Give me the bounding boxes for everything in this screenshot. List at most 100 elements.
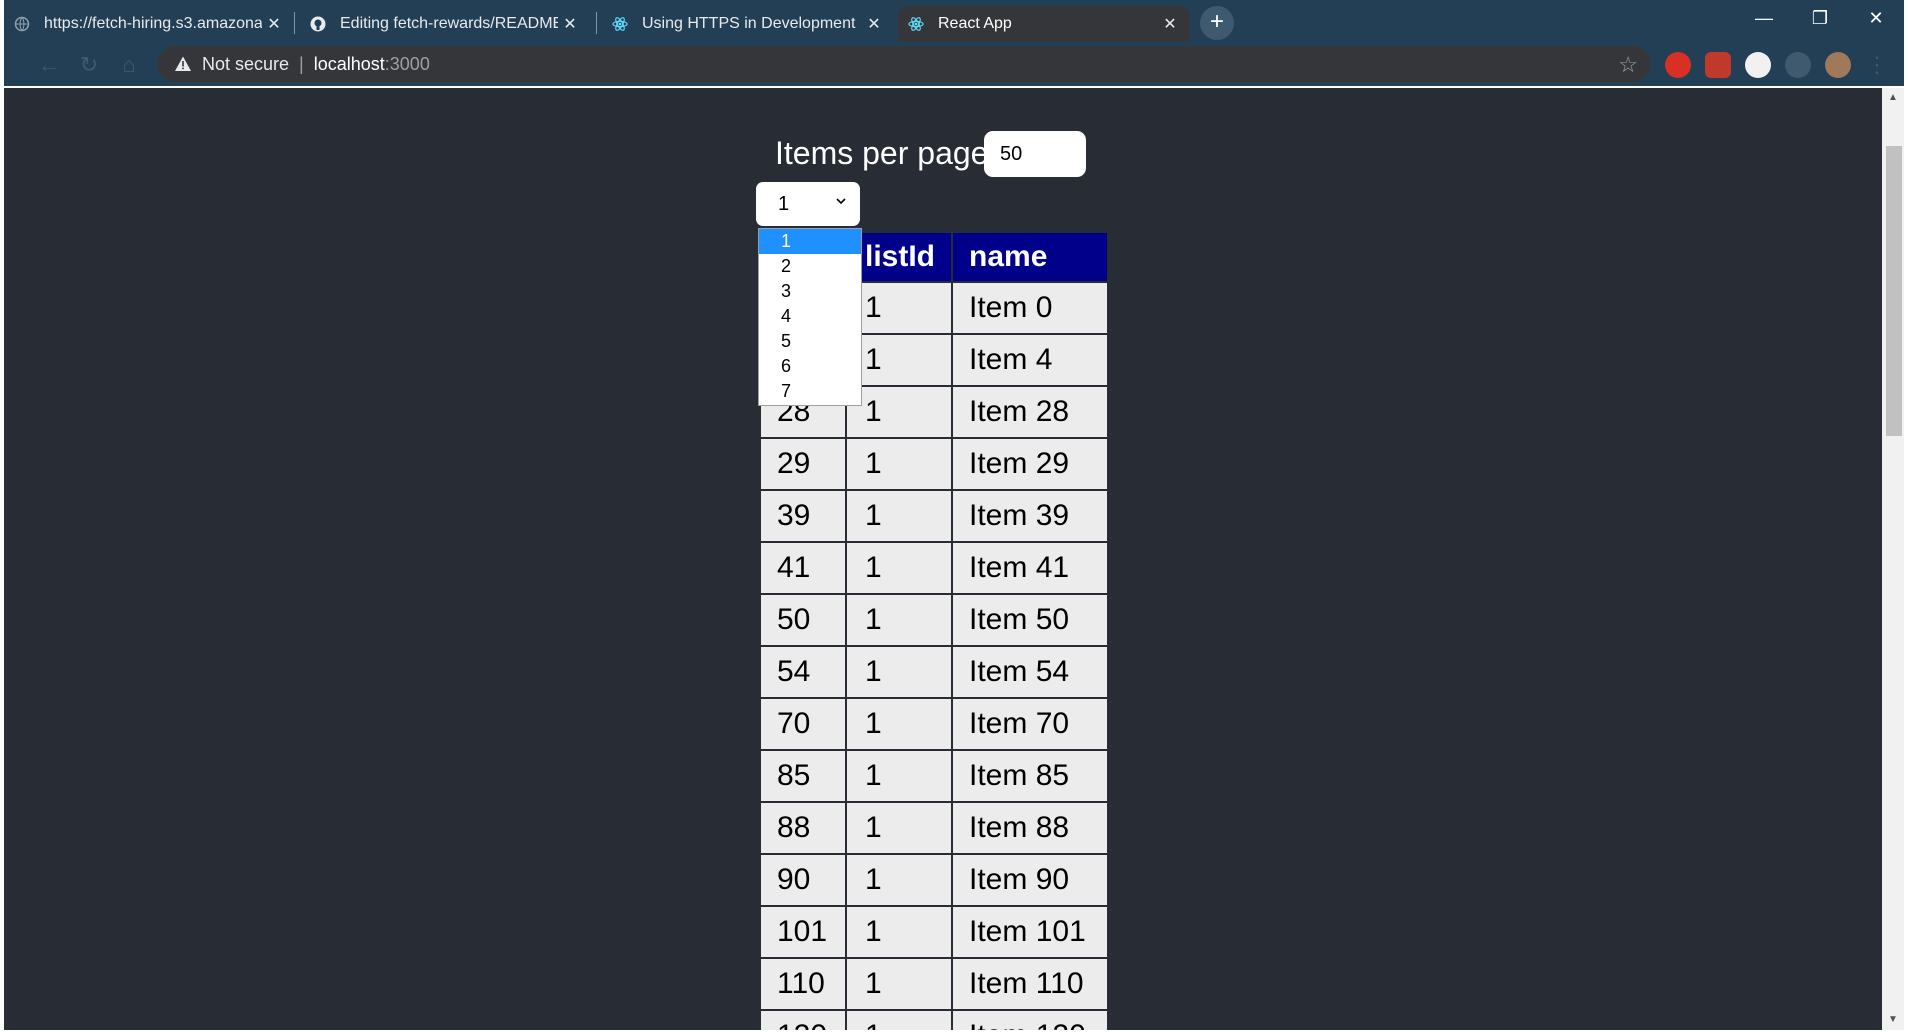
- close-window-button[interactable]: ✕: [1848, 0, 1904, 40]
- tab-title: Editing fetch-rewards/README.m: [340, 15, 558, 32]
- tab-strip: https://fetch-hiring.s3.amazonaw ✕ Editi…: [4, 0, 1904, 44]
- bookmark-star-icon[interactable]: ☆: [1618, 52, 1638, 78]
- back-icon[interactable]: ←: [36, 52, 62, 78]
- cell-listid: 1: [844, 853, 954, 907]
- page-scrollbar[interactable]: ▲ ▼: [1882, 88, 1904, 1030]
- scroll-thumb[interactable]: [1886, 146, 1902, 436]
- cell-listid: 1: [844, 749, 954, 803]
- cell-id: 110: [759, 957, 847, 1011]
- cell-listid: 1: [844, 593, 954, 647]
- browser-toolbar: ← ↻ ⌂ Not secure | localhost:3000 ☆ ⋮: [4, 44, 1904, 86]
- table-row: 110 1 Item 110: [759, 957, 1110, 1011]
- extension-icon[interactable]: [1745, 52, 1771, 78]
- react-icon: [612, 16, 628, 32]
- page-select[interactable]: 1: [756, 182, 860, 226]
- cell-name: Item 101: [951, 905, 1110, 959]
- page-option[interactable]: 4: [759, 304, 861, 329]
- tab-react-app[interactable]: React App ✕: [898, 6, 1190, 42]
- restore-button[interactable]: ❐: [1792, 0, 1848, 40]
- cell-listid: 1: [844, 697, 954, 751]
- cell-name: Item 88: [951, 801, 1110, 855]
- cell-listid: 1: [844, 905, 954, 959]
- items-per-page-input[interactable]: [984, 131, 1086, 177]
- cell-name: Item 120: [951, 1009, 1110, 1030]
- tab-divider: [596, 12, 597, 34]
- cell-id: 50: [759, 593, 847, 647]
- security-label[interactable]: Not secure: [202, 54, 289, 75]
- minimize-button[interactable]: —: [1736, 0, 1792, 40]
- cell-name: Item 85: [951, 749, 1110, 803]
- close-icon[interactable]: ✕: [862, 14, 886, 34]
- page-option[interactable]: 1: [759, 229, 861, 254]
- address-bar[interactable]: Not secure | localhost:3000 ☆: [158, 46, 1650, 82]
- items-per-page-label: Items per page: [775, 135, 989, 171]
- tab-editing-readme[interactable]: Editing fetch-rewards/README.m ✕: [300, 6, 590, 42]
- page-content: Items per page 1 id listId name 01Item 0…: [4, 88, 1882, 1030]
- table-row: 1201Item 120: [759, 1009, 1110, 1030]
- menu-kebab-icon[interactable]: ⋮: [1866, 52, 1888, 78]
- tab-title: React App: [938, 15, 1012, 32]
- page-option[interactable]: 7: [759, 379, 861, 404]
- extension-icon[interactable]: [1705, 52, 1731, 78]
- reload-icon[interactable]: ↻: [76, 52, 102, 78]
- cell-listid: 1: [844, 541, 954, 595]
- close-icon[interactable]: ✕: [558, 14, 582, 34]
- puzzle-icon[interactable]: [1785, 52, 1811, 78]
- tab-title: Using HTTPS in Development: [642, 15, 856, 32]
- tab-fetch-hiring[interactable]: https://fetch-hiring.s3.amazonaw ✕: [4, 6, 294, 42]
- page-option[interactable]: 5: [759, 329, 861, 354]
- table-row: 50 1 Item 50: [759, 593, 1110, 647]
- adblock-extension-icon[interactable]: [1665, 52, 1691, 78]
- scroll-up-arrow[interactable]: ▲: [1882, 88, 1904, 108]
- page-option[interactable]: 3: [759, 279, 861, 304]
- tab-divider: [294, 12, 295, 34]
- cell-listid: 1: [844, 489, 954, 543]
- cell-name: Item 39: [951, 489, 1110, 543]
- cell-listid: 1: [844, 645, 954, 699]
- cell-name: Item 50: [951, 593, 1110, 647]
- page-option[interactable]: 2: [759, 254, 861, 279]
- cell-listid: 1: [844, 437, 954, 491]
- table-row: 88 1 Item 88: [759, 801, 1110, 855]
- cell-id: 120: [759, 1009, 847, 1030]
- table-row: 29 1 Item 29: [759, 437, 1110, 491]
- cell-id: 88: [759, 801, 847, 855]
- globe-icon: [14, 16, 30, 32]
- cell-listid: 1: [844, 801, 954, 855]
- table-row: 70 1 Item 70: [759, 697, 1110, 751]
- address-divider: |: [299, 53, 304, 74]
- new-tab-button[interactable]: +: [1200, 6, 1234, 40]
- close-icon[interactable]: ✕: [262, 14, 286, 34]
- tab-using-https[interactable]: Using HTTPS in Development ✕: [602, 6, 894, 42]
- url-host: localhost: [313, 53, 385, 74]
- chevron-down-icon: [836, 198, 846, 205]
- table-row: 54 1 Item 54: [759, 645, 1110, 699]
- cell-id: 29: [759, 437, 847, 491]
- avatar[interactable]: [1825, 52, 1851, 78]
- page-option[interactable]: 6: [759, 354, 861, 379]
- warning-icon: [175, 56, 191, 71]
- table-row: 41 1 Item 41: [759, 541, 1110, 595]
- cell-id: 90: [759, 853, 847, 907]
- cell-id: 54: [759, 645, 847, 699]
- cell-listid: 1: [844, 957, 954, 1011]
- cell-id: 70: [759, 697, 847, 751]
- cell-id: 41: [759, 541, 847, 595]
- react-icon: [908, 16, 924, 32]
- cell-listid: 1: [844, 1009, 954, 1030]
- scroll-down-arrow[interactable]: ▼: [1882, 1010, 1904, 1030]
- cell-name: Item 0: [951, 281, 1110, 335]
- cell-name: Item 70: [951, 697, 1110, 751]
- cell-id: 101: [759, 905, 847, 959]
- cell-name: Item 110: [951, 957, 1110, 1011]
- table-row: 39 1 Item 39: [759, 489, 1110, 543]
- table-row: 101 1 Item 101: [759, 905, 1110, 959]
- github-icon: [310, 16, 326, 32]
- home-icon[interactable]: ⌂: [116, 52, 142, 78]
- cell-name: Item 4: [951, 333, 1110, 387]
- cell-name: Item 54: [951, 645, 1110, 699]
- table-row: 85 1 Item 85: [759, 749, 1110, 803]
- close-icon[interactable]: ✕: [1158, 14, 1182, 34]
- browser-window: https://fetch-hiring.s3.amazonaw ✕ Editi…: [4, 0, 1904, 1030]
- cell-name: Item 90: [951, 853, 1110, 907]
